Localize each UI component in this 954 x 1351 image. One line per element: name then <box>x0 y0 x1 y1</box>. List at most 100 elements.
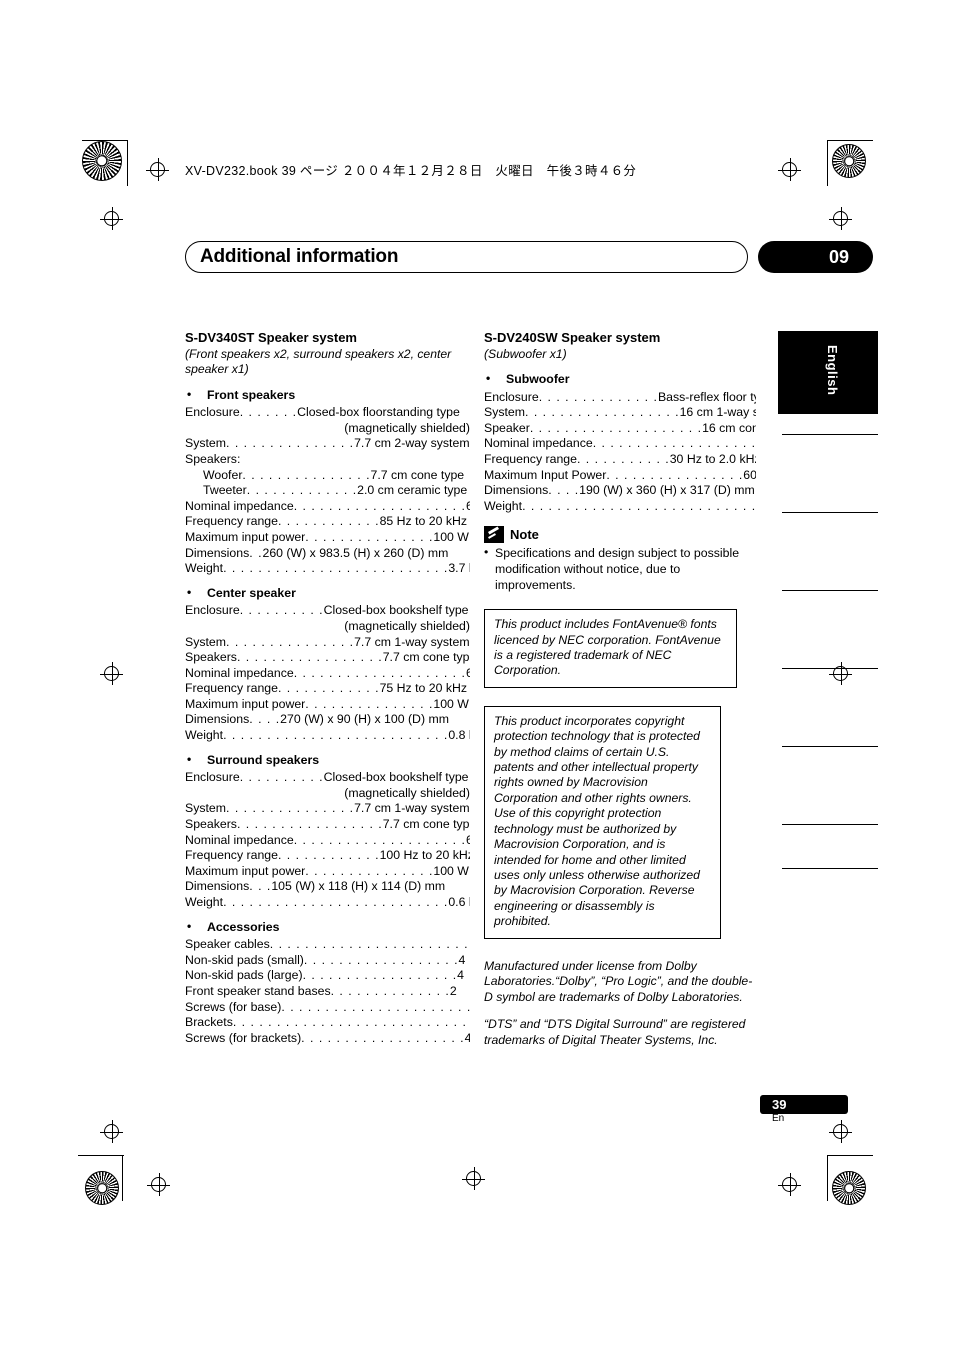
spec-value: 260 (W) x 983.5 (H) x 260 (D) mm <box>262 545 449 560</box>
spec-row: Speakers. . . . . . . . . . . . . . . . … <box>185 650 470 666</box>
spec-label: Maximum input power <box>185 696 306 711</box>
spec-label: Maximum Input Power <box>484 467 607 482</box>
spec-value: 100 W <box>433 863 469 878</box>
right-column-subheading: (Subwoofer x1) <box>484 346 567 361</box>
spec-leader-dots: . . . . . . . . . . . . . . <box>330 983 450 998</box>
language-side-tab: English <box>778 331 878 414</box>
spec-label: Nominal impedance <box>185 665 294 680</box>
spec-note-row: (magnetically shielded) <box>344 618 470 633</box>
spec-leader-dots: . . . . . . . . . . . . . . . . . . . . … <box>522 498 756 513</box>
right-column-heading: S-DV240SW Speaker system <box>484 330 661 345</box>
spec-value: 100 Hz to 20 kHz <box>379 848 470 863</box>
spec-value: Closed-box floorstanding type <box>297 405 460 420</box>
spec-row: Brackets. . . . . . . . . . . . . . . . … <box>185 1015 470 1031</box>
spec-leader-dots: . . . . . . . . . . . . . . . <box>226 634 355 649</box>
spec-row: Frequency range. . . . . . . . . . .30 H… <box>484 452 756 468</box>
side-rule-6 <box>782 824 878 826</box>
spec-row: Non-skid pads (small). . . . . . . . . .… <box>185 953 470 969</box>
spec-row: Nominal impedance. . . . . . . . . . . .… <box>185 666 470 682</box>
spec-leader-dots: . . . . . . . . . . . . . . . <box>305 529 434 544</box>
spec-value: 7.7 cm cone type <box>382 817 470 832</box>
spec-label: Brackets <box>185 1015 233 1030</box>
registration-mark-2 <box>100 207 123 230</box>
page-number-badge: 39 <box>760 1095 848 1114</box>
left-column-sections: Front speakersEnclosure. . . . . . .Clos… <box>185 387 470 1047</box>
spec-leader-dots: . . . . . . . . . . . . . . . . . . . . <box>293 832 466 847</box>
crop-line-bottom-right-v <box>827 1155 828 1201</box>
spec-label: Nominal impedance <box>185 498 294 513</box>
spec-label: System <box>185 436 226 451</box>
spec-row: Weight. . . . . . . . . . . . . . . . . … <box>484 499 756 515</box>
spec-row: Enclosure. . . . . . . . . . . . . .Bass… <box>484 390 756 406</box>
spec-leader-dots: . . . . . . . . . . . . . . . . . . . . … <box>269 937 470 952</box>
spec-leader-dots: . . . . . . . <box>239 405 298 420</box>
spec-label: System <box>484 405 525 420</box>
spec-label: Enclosure <box>484 389 539 404</box>
spec-value: 105 (W) x 118 (H) x 114 (D) mm <box>271 879 446 894</box>
spec-value: Closed-box bookshelf type <box>323 770 469 785</box>
note-title: Note <box>510 527 539 543</box>
spec-label: Dimensions <box>185 879 250 894</box>
side-rule-7 <box>782 868 878 870</box>
spec-row: System. . . . . . . . . . . . . . .7.7 c… <box>185 635 470 651</box>
spec-label: Speaker cables <box>185 937 270 952</box>
spec-value: 190 (W) x 360 (H) x 317 (D) mm <box>579 483 755 498</box>
spec-row: Maximum input power. . . . . . . . . . .… <box>185 864 470 880</box>
registration-starburst-bottom-right <box>832 1171 866 1205</box>
spec-row: Dimensions. .260 (W) x 983.5 (H) x 260 (… <box>185 546 470 562</box>
registration-starburst-bottom-left <box>85 1171 119 1205</box>
spec-label: Enclosure <box>185 405 240 420</box>
spec-leader-dots: . . . . . . . . . . . . . . . . <box>606 467 744 482</box>
spec-value: 4 <box>457 968 464 983</box>
spec-row: Dimensions. . . .190 (W) x 360 (H) x 317… <box>484 483 756 499</box>
spec-label: Frequency range <box>185 848 278 863</box>
note-header: Note <box>484 526 756 544</box>
spec-label: Weight <box>185 561 224 576</box>
spec-value: 6 Ω <box>465 665 470 680</box>
side-rule-1 <box>782 434 878 436</box>
spec-row: Weight. . . . . . . . . . . . . . . . . … <box>185 728 470 744</box>
spec-label: Frequency range <box>185 681 278 696</box>
spec-leader-dots: . . . . . . . . . . . . . . . . . . . . … <box>232 1015 470 1030</box>
spec-label: Weight <box>484 498 523 513</box>
spec-label: Non-skid pads (large) <box>185 968 303 983</box>
spec-value: 60 W <box>743 467 756 482</box>
spec-leader-dots: . . . . . . . . . . . . <box>277 514 380 529</box>
spec-row: Screws (for brackets). . . . . . . . . .… <box>185 1031 470 1047</box>
spec-leader-dots: . . . . . . . . . . . . . . <box>538 389 658 404</box>
spec-row: Weight. . . . . . . . . . . . . . . . . … <box>185 561 470 577</box>
spec-label: Nominal impedance <box>185 832 294 847</box>
spec-value: Closed-box bookshelf type <box>323 603 469 618</box>
spec-note-row: (magnetically shielded) <box>344 785 470 800</box>
spec-group-title: Subwoofer <box>484 371 756 388</box>
spec-leader-dots: . . . . . . . . . . . . <box>277 848 380 863</box>
spec-label: Speakers <box>185 650 237 665</box>
chapter-number-text: 09 <box>828 247 849 267</box>
spec-label: Frequency range <box>185 514 278 529</box>
page-language-code: En <box>772 1113 785 1124</box>
spec-value: 16 cm cone type <box>702 420 756 435</box>
spec-value: 75 Hz to 20 kHz <box>379 681 468 696</box>
spec-leader-dots: . . . . . . . . . . . . . . . . . . . <box>592 436 756 451</box>
right-column-sections: SubwooferEnclosure. . . . . . . . . . . … <box>484 371 756 515</box>
spec-row: Speakers. . . . . . . . . . . . . . . . … <box>185 817 470 833</box>
spec-label: Speakers <box>185 817 237 832</box>
crop-line-top-right-v <box>827 140 828 186</box>
spec-label: Enclosure <box>185 603 240 618</box>
spec-row: Nominal impedance. . . . . . . . . . . .… <box>484 436 756 452</box>
macrovision-legal-box: This product incorporates copyright prot… <box>484 705 721 939</box>
spec-row: Maximum Input Power. . . . . . . . . . .… <box>484 468 756 484</box>
spec-group-title: Accessories <box>185 919 470 936</box>
spec-label: Screws (for base) <box>185 999 282 1014</box>
spec-leader-dots: . . . . . . . . . . . . . . . <box>226 801 355 816</box>
crop-line-top-right-h <box>827 140 873 141</box>
spec-row: Speaker cables. . . . . . . . . . . . . … <box>185 937 470 953</box>
spec-row: Dimensions. . .105 (W) x 118 (H) x 114 (… <box>185 879 470 895</box>
spec-row: System. . . . . . . . . . . . . . .7.7 c… <box>185 436 470 452</box>
spec-row: Enclosure. . . . . . . . . .Closed-box b… <box>185 603 470 619</box>
spec-row: Nominal impedance. . . . . . . . . . . .… <box>185 833 470 849</box>
crop-line-top-left-v <box>127 140 128 186</box>
spec-leader-dots: . . . . . . . . . . . . . . . <box>242 467 371 482</box>
spec-row: Tweeter. . . . . . . . . . . . .2.0 cm c… <box>185 483 470 499</box>
spec-value: 7.7 cm 1-way system <box>354 801 470 816</box>
